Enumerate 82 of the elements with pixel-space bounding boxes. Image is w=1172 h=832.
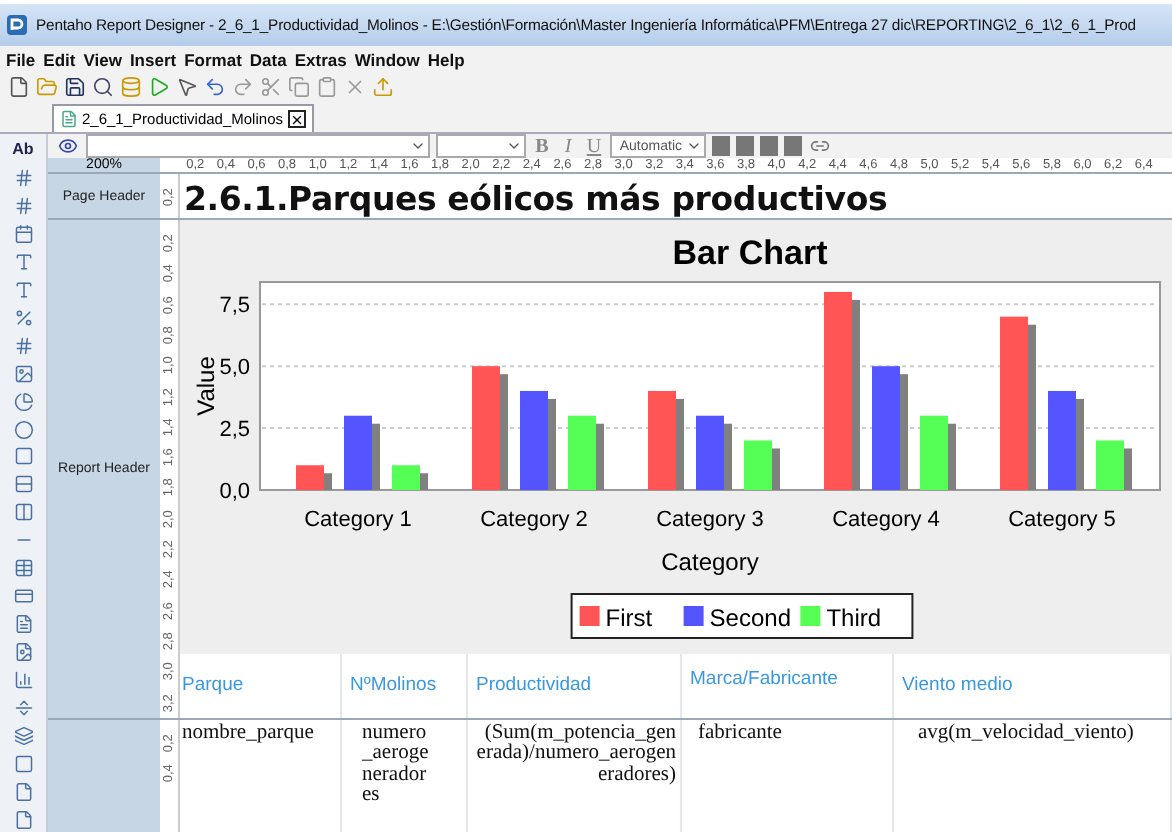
close-icon[interactable]	[287, 110, 305, 128]
percent-icon[interactable]	[11, 305, 35, 330]
menu-item[interactable]: Help	[427, 49, 465, 69]
bar	[744, 440, 780, 491]
menu-item[interactable]: View	[83, 49, 122, 69]
x-tick-label: Category 2	[480, 508, 588, 533]
vertical-band-icon[interactable]	[11, 500, 35, 525]
document-icon[interactable]	[11, 779, 35, 804]
menu-item[interactable]: Extras	[294, 49, 347, 69]
x-tick-label: Category 5	[1008, 508, 1116, 533]
legend-label: Second	[709, 604, 791, 633]
run-icon[interactable]	[146, 75, 170, 99]
y-axis-title: Value	[192, 356, 220, 417]
save-icon[interactable]	[62, 75, 86, 99]
x-tick-label: Category 1	[304, 508, 412, 533]
document-icon[interactable]	[11, 807, 35, 832]
column-header: Parque	[182, 674, 244, 697]
number-field-icon[interactable]	[11, 193, 35, 218]
field-cell-text: avg(m_velocidad_viento)	[918, 723, 1136, 745]
bar	[568, 415, 604, 491]
menu-item[interactable]: Window	[354, 49, 420, 69]
chevron-icon	[686, 138, 702, 154]
text-field-icon[interactable]	[11, 249, 35, 274]
chart-icon[interactable]	[11, 389, 35, 414]
bar	[296, 465, 332, 491]
redo-icon[interactable]	[230, 75, 254, 99]
bar	[920, 415, 956, 491]
document-icon	[60, 110, 78, 128]
label-tool[interactable]: Ab	[12, 140, 34, 162]
y-tick-label: 5,0	[219, 356, 250, 381]
menu-item[interactable]: Insert	[129, 49, 177, 69]
bar	[872, 366, 908, 491]
number-field-icon[interactable]	[11, 165, 35, 190]
y-tick-label: 0,0	[219, 480, 250, 505]
chart-title: Bar Chart	[672, 234, 828, 273]
column-header: NºMolinos	[350, 674, 437, 697]
report-title: 2.6.1.Parques eólicos más productivos	[182, 178, 890, 219]
bar	[1096, 440, 1132, 491]
menu-item[interactable]: Edit	[43, 49, 76, 69]
horizontal-band-icon[interactable]	[11, 472, 35, 497]
copy-icon[interactable]	[286, 75, 310, 99]
undo-icon[interactable]	[202, 75, 226, 99]
x-axis-title: Category	[661, 548, 759, 577]
date-field-icon[interactable]	[11, 221, 35, 246]
field-cell-text: fabricante	[698, 723, 784, 745]
menu-item[interactable]: Format	[184, 49, 242, 69]
column-header: Viento medio	[902, 674, 1013, 697]
image-icon[interactable]	[11, 361, 35, 386]
menu-item[interactable]: File	[6, 49, 36, 69]
cut-icon[interactable]	[258, 75, 282, 99]
field-cell: numero_aerogeneradores	[362, 723, 430, 808]
search-icon[interactable]	[90, 75, 114, 99]
y-tick-label: 7,5	[219, 294, 250, 319]
bar	[392, 465, 428, 491]
column-header: Productividad	[476, 674, 592, 697]
ellipse-icon[interactable]	[11, 417, 35, 441]
paste-icon[interactable]	[314, 75, 338, 99]
field-cell: (Sum(m_potencia_generada)/numero_aerogeneradores)	[476, 723, 676, 787]
column-header: Marca/Fabricante	[690, 668, 838, 691]
legend-label: Third	[826, 604, 882, 633]
bar	[696, 415, 732, 491]
bar	[520, 391, 556, 491]
app-icon	[6, 14, 28, 36]
image-field-icon[interactable]	[11, 640, 35, 665]
pointer-icon[interactable]	[174, 75, 198, 99]
chevron-icon	[506, 138, 522, 154]
bar	[472, 366, 508, 491]
label-icon[interactable]	[11, 277, 35, 302]
x-tick-label: Category 3	[656, 508, 764, 533]
x-tick-label: Category 4	[832, 508, 940, 533]
bar	[1048, 391, 1084, 491]
y-tick-label: 2,5	[219, 418, 250, 443]
eye-icon[interactable]	[56, 134, 80, 158]
menu-item[interactable]: Data	[249, 49, 287, 69]
new-file-icon[interactable]	[6, 75, 30, 99]
field-cell-text: nombre_parque	[182, 723, 316, 745]
legend-label: First	[605, 604, 653, 633]
table-icon[interactable]	[11, 556, 35, 581]
bar	[648, 391, 684, 491]
chevron-icon	[410, 138, 426, 154]
rectangle-icon[interactable]	[11, 445, 35, 469]
bar	[344, 415, 380, 491]
